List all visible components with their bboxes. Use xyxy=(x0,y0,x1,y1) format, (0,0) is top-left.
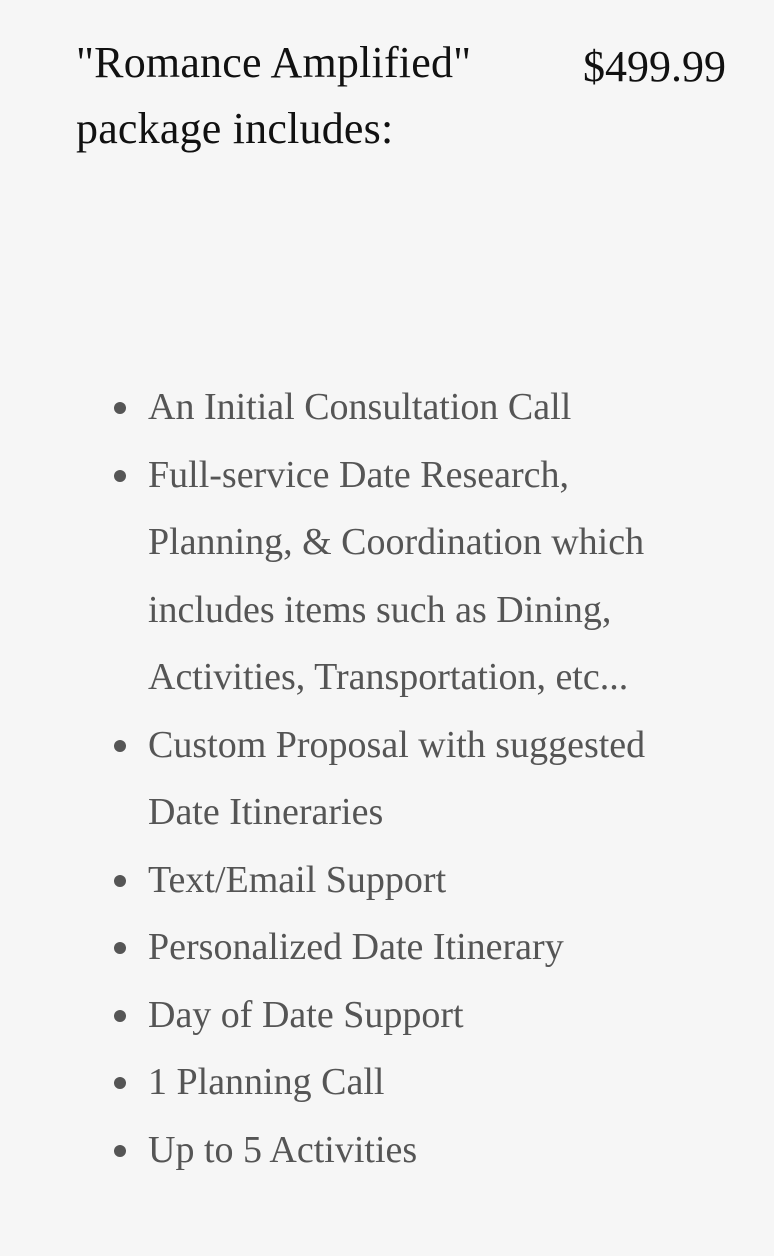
list-item: Day of Date Support xyxy=(110,982,700,1050)
feature-text: Text/Email Support xyxy=(148,858,447,901)
bullet-icon xyxy=(114,1144,126,1157)
feature-text: 1 Planning Call xyxy=(148,1061,385,1103)
package-card: "Romance Amplified" package includes: $4… xyxy=(0,0,774,1256)
list-item: Custom Proposal with suggested Date Itin… xyxy=(110,712,700,847)
package-price: $499.99 xyxy=(583,42,726,91)
feature-text: Up to 5 Activities xyxy=(148,1128,418,1171)
list-item: Personalized Date Itinerary xyxy=(110,914,700,982)
bullet-icon xyxy=(114,469,126,482)
feature-text: An Initial Consultation Call xyxy=(148,386,572,428)
list-item: 1 Planning Call xyxy=(110,1049,700,1117)
feature-text: Personalized Date Itinerary xyxy=(148,926,564,968)
bullet-icon xyxy=(114,874,126,887)
feature-text: Day of Date Support xyxy=(148,993,464,1036)
bullet-icon xyxy=(114,739,126,752)
feature-text: Full-service Date Research, Planning, & … xyxy=(148,453,645,699)
feature-text: Custom Proposal with suggested Date Itin… xyxy=(148,723,646,834)
list-item: An Initial Consultation Call xyxy=(110,374,700,442)
list-item: Up to 5 Activities xyxy=(110,1117,700,1185)
bullet-icon xyxy=(114,402,126,414)
bullet-icon xyxy=(114,1077,126,1089)
bullet-icon xyxy=(114,942,126,954)
bullet-icon xyxy=(114,1009,126,1022)
list-item: Text/Email Support xyxy=(110,847,700,915)
feature-list: An Initial Consultation Call Full-servic… xyxy=(110,374,700,1184)
list-item: Full-service Date Research, Planning, & … xyxy=(110,442,700,712)
package-title: "Romance Amplified" package includes: xyxy=(76,38,472,153)
